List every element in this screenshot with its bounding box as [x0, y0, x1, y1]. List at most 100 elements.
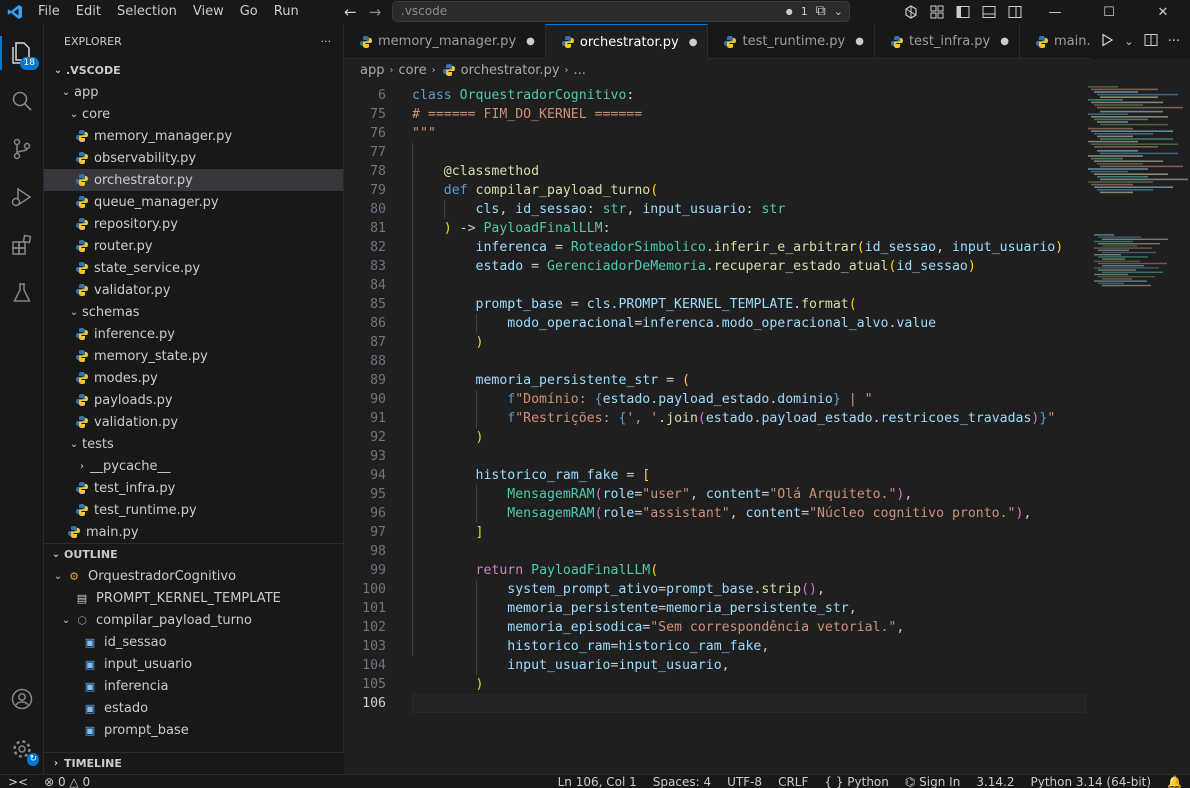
code-line: 102 memoria_episodica="Sem correspondênc…	[344, 618, 1086, 637]
minimap-line	[1091, 88, 1158, 91]
settings-gear-icon[interactable]: ↻	[7, 734, 39, 766]
file-item[interactable]: test_infra.py	[44, 477, 343, 499]
file-item[interactable]: validation.py	[44, 411, 343, 433]
maximize-button[interactable]: ☐	[1087, 4, 1131, 20]
close-button[interactable]: ✕	[1141, 4, 1185, 20]
folder-item[interactable]: ⌄ schemas	[44, 301, 343, 323]
back-arrow-icon[interactable]: ←	[344, 2, 357, 22]
file-item[interactable]: main.py	[44, 521, 343, 543]
file-item[interactable]: payloads.py	[44, 389, 343, 411]
outline-item[interactable]: ▣ id_sessao	[44, 631, 343, 653]
language-mode[interactable]: { } Python	[816, 775, 897, 788]
code-editor[interactable]: 6 class OrquestradorCognitivo: 75 # ====== …	[344, 82, 1190, 774]
file-item[interactable]: memory_manager.py	[44, 125, 343, 147]
file-item[interactable]: repository.py	[44, 213, 343, 235]
explorer-icon[interactable]: 18	[0, 36, 39, 70]
file-item[interactable]: orchestrator.py	[44, 169, 343, 191]
file-item[interactable]: observability.py	[44, 147, 343, 169]
menu-file[interactable]: File	[30, 0, 68, 24]
unsaved-dot-icon[interactable]: ●	[689, 37, 698, 48]
folder-item[interactable]: ⌄ .VSCODE	[44, 59, 343, 81]
line-number: 103	[362, 639, 386, 654]
breadcrumb-item[interactable]: ...	[574, 63, 586, 78]
unsaved-dot-icon[interactable]: ●	[1000, 36, 1009, 47]
folder-item[interactable]: › __pycache__	[44, 455, 343, 477]
timeline-section-header[interactable]: › TIMELINE	[44, 752, 344, 774]
outline-item[interactable]: ▣ estado	[44, 697, 343, 719]
unsaved-dot-icon[interactable]: ●	[855, 36, 864, 47]
run-debug-icon[interactable]	[7, 182, 37, 212]
minimap-line	[1094, 273, 1128, 276]
file-item[interactable]: router.py	[44, 235, 343, 257]
cursor-position[interactable]: Ln 106, Col 1	[550, 775, 645, 788]
outline-item[interactable]: ▣ input_usuario	[44, 653, 343, 675]
notification-dot-icon: ●	[785, 7, 793, 16]
outline-item[interactable]: ⌄ ⚙ OrquestradorCognitivo	[44, 565, 343, 587]
extensions-icon[interactable]	[7, 230, 37, 260]
file-item[interactable]: modes.py	[44, 367, 343, 389]
folder-item[interactable]: ⌄ tests	[44, 433, 343, 455]
chevron-down-icon[interactable]: ⌄	[834, 2, 843, 21]
python-interpreter[interactable]: Python 3.14 (64-bit)	[1022, 775, 1159, 788]
account-icon[interactable]	[7, 684, 37, 714]
minimap-line	[1088, 181, 1153, 183]
chevron-down-icon[interactable]: ⌄	[1124, 35, 1133, 48]
split-editor-icon[interactable]	[1144, 33, 1158, 51]
run-python-icon[interactable]	[1100, 32, 1114, 51]
breadcrumb-item[interactable]: app	[360, 63, 384, 78]
outline-item-label: compilar_payload_turno	[96, 612, 252, 628]
toggle-primary-sidebar-icon[interactable]	[955, 4, 971, 20]
outline-section-header[interactable]: ⌄ OUTLINE	[44, 543, 343, 565]
more-actions-icon[interactable]: ···	[1168, 34, 1180, 49]
source-control-icon[interactable]	[7, 134, 37, 164]
outline-item[interactable]: ▣ prompt_base	[44, 719, 343, 741]
folder-item[interactable]: ⌄ app	[44, 81, 343, 103]
tab-test-runtime-py[interactable]: test_runtime.py ●	[708, 24, 875, 59]
code-line: 81 ) -> PayloadFinalLLM:	[344, 219, 1086, 238]
breadcrumb-item[interactable]: orchestrator.py	[461, 63, 560, 78]
menu-view[interactable]: View	[185, 0, 232, 24]
more-actions-icon[interactable]: ···	[321, 35, 332, 48]
file-item[interactable]: state_service.py	[44, 257, 343, 279]
outline-item[interactable]: ▣ inferencia	[44, 675, 343, 697]
toggle-sidebar-icon[interactable]	[929, 4, 945, 20]
encoding[interactable]: UTF-8	[719, 775, 770, 788]
tab-test-infra-py[interactable]: test_infra.py ●	[875, 24, 1020, 59]
end-of-line[interactable]: CRLF	[770, 775, 816, 788]
outline-item[interactable]: ▤ PROMPT_KERNEL_TEMPLATE	[44, 587, 343, 609]
problems-indicator[interactable]: ⊗ 0 △ 0	[36, 775, 98, 788]
toggle-secondary-sidebar-icon[interactable]	[1007, 4, 1023, 20]
sign-in[interactable]: ⌬ Sign In	[897, 775, 968, 788]
file-item[interactable]: test_runtime.py	[44, 499, 343, 521]
file-item[interactable]: inference.py	[44, 323, 343, 345]
copilot-chat-icon[interactable]: ⧉	[816, 2, 826, 21]
tab-memory-manager-py[interactable]: memory_manager.py ●	[344, 24, 546, 59]
unsaved-dot-icon[interactable]: ●	[526, 36, 535, 47]
menu-edit[interactable]: Edit	[68, 0, 109, 24]
forward-arrow-icon[interactable]: →	[369, 2, 382, 22]
testing-flask-icon[interactable]	[7, 278, 37, 308]
copilot-icon[interactable]	[903, 4, 919, 20]
menu-run[interactable]: Run	[266, 0, 307, 24]
file-item[interactable]: queue_manager.py	[44, 191, 343, 213]
tab-orchestrator-py[interactable]: orchestrator.py ●	[545, 24, 709, 59]
remote-indicator-icon[interactable]: ><	[0, 775, 36, 788]
search-icon[interactable]	[7, 86, 37, 116]
file-item[interactable]: validator.py	[44, 279, 343, 301]
menu-go[interactable]: Go	[232, 0, 266, 24]
file-item[interactable]: memory_state.py	[44, 345, 343, 367]
minimize-button[interactable]: —	[1033, 4, 1077, 20]
python-version[interactable]: 3.14.2	[968, 775, 1022, 788]
folder-item[interactable]: ⌄ core	[44, 103, 343, 125]
command-center-search[interactable]: .vscode ● 1 ⧉ ⌄	[392, 1, 850, 22]
minimap[interactable]	[1086, 82, 1190, 774]
menu-selection[interactable]: Selection	[109, 0, 185, 24]
notifications-bell-icon[interactable]: 🔔	[1159, 775, 1190, 788]
tree-item-label: memory_state.py	[94, 348, 208, 364]
outline-item[interactable]: ⌄ ⬡ compilar_payload_turno	[44, 609, 343, 631]
indentation[interactable]: Spaces: 4	[645, 775, 719, 788]
breadcrumb-item[interactable]: core	[398, 63, 426, 78]
minimap-line	[1094, 104, 1143, 106]
code-line: 91 f"Restrições: {', '.join(estado.paylo…	[344, 409, 1086, 428]
toggle-panel-icon[interactable]	[981, 4, 997, 20]
